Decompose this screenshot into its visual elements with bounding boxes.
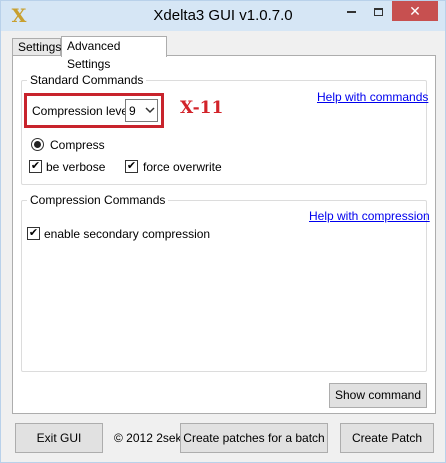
compression-level-label: Compression level: xyxy=(32,104,135,118)
create-patches-batch-button[interactable]: Create patches for a batch xyxy=(180,423,328,453)
maximize-icon xyxy=(373,7,383,16)
tab-settings[interactable]: Settings xyxy=(12,38,61,56)
minimize-icon xyxy=(346,10,356,13)
minimize-button[interactable] xyxy=(338,1,364,21)
force-overwrite-checkbox[interactable]: ✔ xyxy=(125,160,138,173)
be-verbose-checkbox[interactable]: ✔ xyxy=(29,160,42,173)
compression-commands-legend: Compression Commands xyxy=(27,193,169,207)
standard-commands-legend: Standard Commands xyxy=(27,73,147,87)
secondary-compression-label: enable secondary compression xyxy=(44,227,211,241)
compress-label: Compress xyxy=(50,138,105,152)
annotation-label: X-11 xyxy=(180,98,224,118)
help-with-commands-link[interactable]: Help with commands xyxy=(317,90,428,104)
secondary-compression-checkbox[interactable]: ✔ xyxy=(27,227,40,240)
maximize-button[interactable] xyxy=(365,1,391,21)
compression-commands-group xyxy=(21,200,427,372)
radio-selected-dot xyxy=(34,141,41,148)
compress-radio[interactable] xyxy=(31,138,44,151)
chevron-down-icon xyxy=(145,102,155,121)
be-verbose-label: be verbose xyxy=(46,160,106,174)
close-button[interactable]: ✕ xyxy=(392,1,438,21)
exit-gui-button[interactable]: Exit GUI xyxy=(15,423,103,453)
title-bar[interactable]: X Xdelta3 GUI v1.0.7.0 ✕ xyxy=(1,1,445,31)
tab-advanced-settings[interactable]: Advanced Settings xyxy=(61,36,167,71)
help-with-compression-link[interactable]: Help with compression xyxy=(309,209,430,223)
force-overwrite-label: force overwrite xyxy=(143,160,222,174)
compression-level-value: 9 xyxy=(129,104,136,118)
copyright-text: © 2012 2sek xyxy=(114,431,182,445)
close-icon: ✕ xyxy=(409,3,421,19)
create-patch-button[interactable]: Create Patch xyxy=(340,423,434,453)
compression-level-select[interactable]: 9 xyxy=(125,99,158,122)
show-command-button[interactable]: Show command xyxy=(329,383,427,408)
app-window: X Xdelta3 GUI v1.0.7.0 ✕ Settings Advanc… xyxy=(0,0,446,463)
